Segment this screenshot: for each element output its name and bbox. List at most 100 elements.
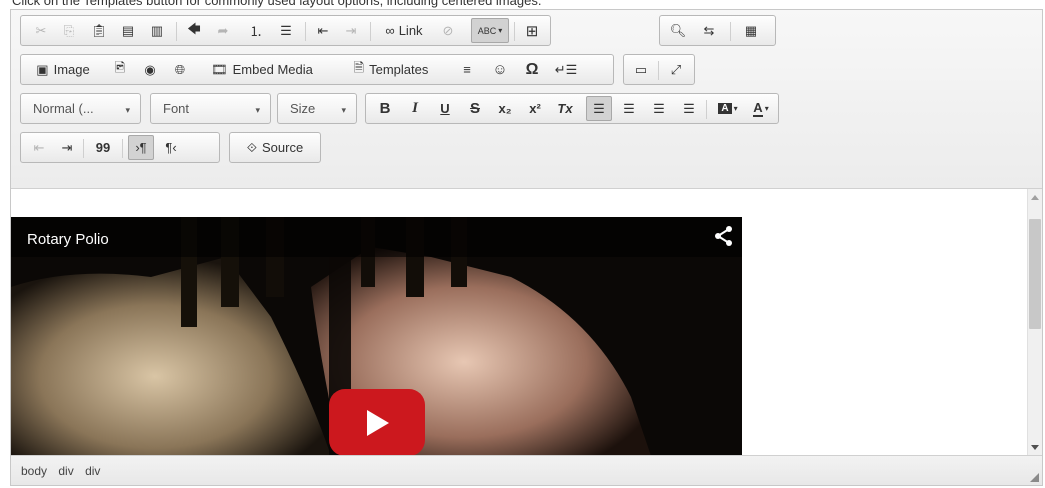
size-dropdown[interactable]: Size ▾: [277, 93, 357, 124]
separator: [706, 100, 707, 119]
maximize-button[interactable]: ⤢: [664, 57, 688, 82]
rtl-button[interactable]: ¶‹: [158, 135, 184, 160]
page-break-button[interactable]: ↵☰: [551, 57, 581, 82]
superscript-button[interactable]: x²: [522, 96, 548, 121]
image-button[interactable]: ▣ Image: [27, 57, 99, 82]
separator: [83, 139, 84, 158]
decrease-indent-button[interactable]: ⇤: [311, 18, 335, 43]
subscript-button[interactable]: x₂: [492, 96, 518, 121]
text-color-icon: A: [753, 100, 763, 117]
path-item-body[interactable]: body: [21, 464, 47, 478]
increase-indent-button[interactable]: ⇥: [339, 18, 363, 43]
superscript-icon: x²: [529, 101, 541, 116]
separator: [122, 139, 123, 158]
strikethrough-button[interactable]: S: [462, 96, 488, 121]
find-button[interactable]: 🔍︎: [666, 18, 690, 43]
spellcheck-icon: ABC: [477, 25, 497, 36]
flash-button[interactable]: ◉: [138, 57, 162, 82]
justify-icon: ☰: [683, 100, 695, 116]
select-all-icon: ▦: [744, 22, 758, 38]
dropdown-arrow-icon: ▾: [255, 105, 260, 115]
horizontal-rule-button[interactable]: ≡: [455, 57, 479, 82]
unlink-icon: ⊘: [442, 22, 454, 38]
bulleted-list-icon: ☰: [280, 22, 292, 38]
separator: [658, 61, 659, 80]
bold-button[interactable]: B: [372, 96, 398, 121]
toolbar-group-style: B I U S x₂ x² Tx ☰ ☰ ☰ ☰ A ▾ A ▾: [365, 93, 779, 124]
format-dropdown[interactable]: Normal (... ▾: [20, 93, 141, 124]
chain-link-icon: ∞: [385, 23, 395, 38]
align-left-button[interactable]: ☰: [586, 96, 612, 121]
underline-button[interactable]: U: [432, 96, 458, 121]
image-upload-button[interactable]: 🖻: [107, 57, 133, 82]
paste-button[interactable]: 📋︎: [87, 18, 111, 43]
embedded-video[interactable]: Rotary Polio: [11, 217, 742, 456]
font-dropdown[interactable]: Font ▾: [150, 93, 271, 124]
toolbar-group-source: ⟐ Source: [229, 132, 321, 163]
align-right-icon: ☰: [653, 100, 665, 116]
path-item-div[interactable]: div: [85, 464, 100, 478]
editor-content-area[interactable]: Rotary Polio: [11, 189, 1029, 456]
cut-button[interactable]: ✂: [29, 18, 53, 43]
embed-media-button[interactable]: 🎞︎ Embed Media: [197, 57, 327, 82]
element-path-bar: body div div: [11, 455, 1042, 485]
iframe-button[interactable]: 🌐︎: [167, 57, 193, 82]
numbered-list-button[interactable]: ⒈: [243, 18, 269, 43]
toolbar-group-edit: ✂ ⎘ 📋︎ ▤ ▥ 🡄 ➦ ⒈ ☰ ⇤ ⇥ ∞ Link ⊘ ABC ▾ ⊞: [20, 15, 551, 46]
content-scrollbar[interactable]: [1027, 189, 1042, 456]
table-button[interactable]: ⊞: [519, 18, 545, 43]
clipboard-text-icon: ▤: [121, 22, 135, 38]
background-color-icon: A: [718, 103, 732, 114]
image-icon: ▣: [36, 61, 49, 77]
outdent-button[interactable]: ⇤: [27, 135, 51, 160]
size-value: Size: [290, 101, 316, 116]
paste-text-button[interactable]: ▤: [116, 18, 140, 43]
special-char-button[interactable]: Ω: [519, 57, 545, 82]
smiley-icon: ☺: [492, 61, 508, 78]
play-button[interactable]: [329, 389, 425, 456]
smiley-button[interactable]: ☺: [487, 57, 513, 82]
align-right-button[interactable]: ☰: [646, 96, 672, 121]
italic-button[interactable]: I: [402, 96, 428, 121]
unlink-button[interactable]: ⊘: [435, 18, 461, 43]
redo-button[interactable]: ➦: [211, 18, 235, 43]
preview-button[interactable]: ▭: [629, 57, 653, 82]
scroll-thumb[interactable]: [1029, 219, 1041, 329]
bulleted-list-button[interactable]: ☰: [273, 18, 299, 43]
video-title[interactable]: Rotary Polio: [27, 231, 109, 248]
spellcheck-button[interactable]: ABC ▾: [471, 18, 509, 43]
templates-button[interactable]: 🗎 Templates: [333, 57, 449, 82]
paste-word-button[interactable]: ▥: [145, 18, 169, 43]
format-value: Normal (...: [33, 101, 94, 116]
scroll-down-arrow-icon[interactable]: [1031, 445, 1039, 450]
scroll-up-arrow-icon[interactable]: [1031, 195, 1039, 200]
replace-button[interactable]: ⇆: [696, 18, 722, 43]
link-button[interactable]: ∞ Link: [376, 18, 432, 43]
dropdown-arrow-icon: ▾: [764, 104, 769, 113]
copy-button[interactable]: ⎘: [57, 18, 81, 43]
embed-media-label: Embed Media: [232, 62, 313, 77]
indent-button[interactable]: ⇥: [55, 135, 79, 160]
maximize-icon: ⤢: [670, 61, 682, 77]
justify-button[interactable]: ☰: [676, 96, 702, 121]
background-color-button[interactable]: A ▾: [712, 96, 744, 121]
remove-format-button[interactable]: Tx: [552, 96, 578, 121]
ltr-button[interactable]: ›¶: [128, 135, 154, 160]
dropdown-arrow-icon: ▾: [498, 26, 503, 35]
select-all-button[interactable]: ▦: [738, 18, 764, 43]
globe-icon: 🌐︎: [174, 61, 186, 77]
font-value: Font: [163, 101, 190, 116]
share-icon[interactable]: [714, 225, 734, 247]
bold-icon: B: [379, 100, 391, 117]
quote-icon: 99: [95, 140, 111, 155]
source-button[interactable]: ⟐ Source: [234, 135, 316, 160]
text-color-button[interactable]: A ▾: [746, 96, 776, 121]
align-left-icon: ☰: [593, 100, 605, 116]
indent-icon: ⇥: [61, 139, 73, 155]
blockquote-button[interactable]: 99: [89, 135, 117, 160]
undo-button[interactable]: 🡄: [182, 18, 206, 43]
toolbar-group-block: ⇤ ⇥ 99 ›¶ ¶‹: [20, 132, 220, 163]
resize-handle-icon[interactable]: [1030, 473, 1039, 482]
path-item-div[interactable]: div: [58, 464, 73, 478]
align-center-button[interactable]: ☰: [616, 96, 642, 121]
